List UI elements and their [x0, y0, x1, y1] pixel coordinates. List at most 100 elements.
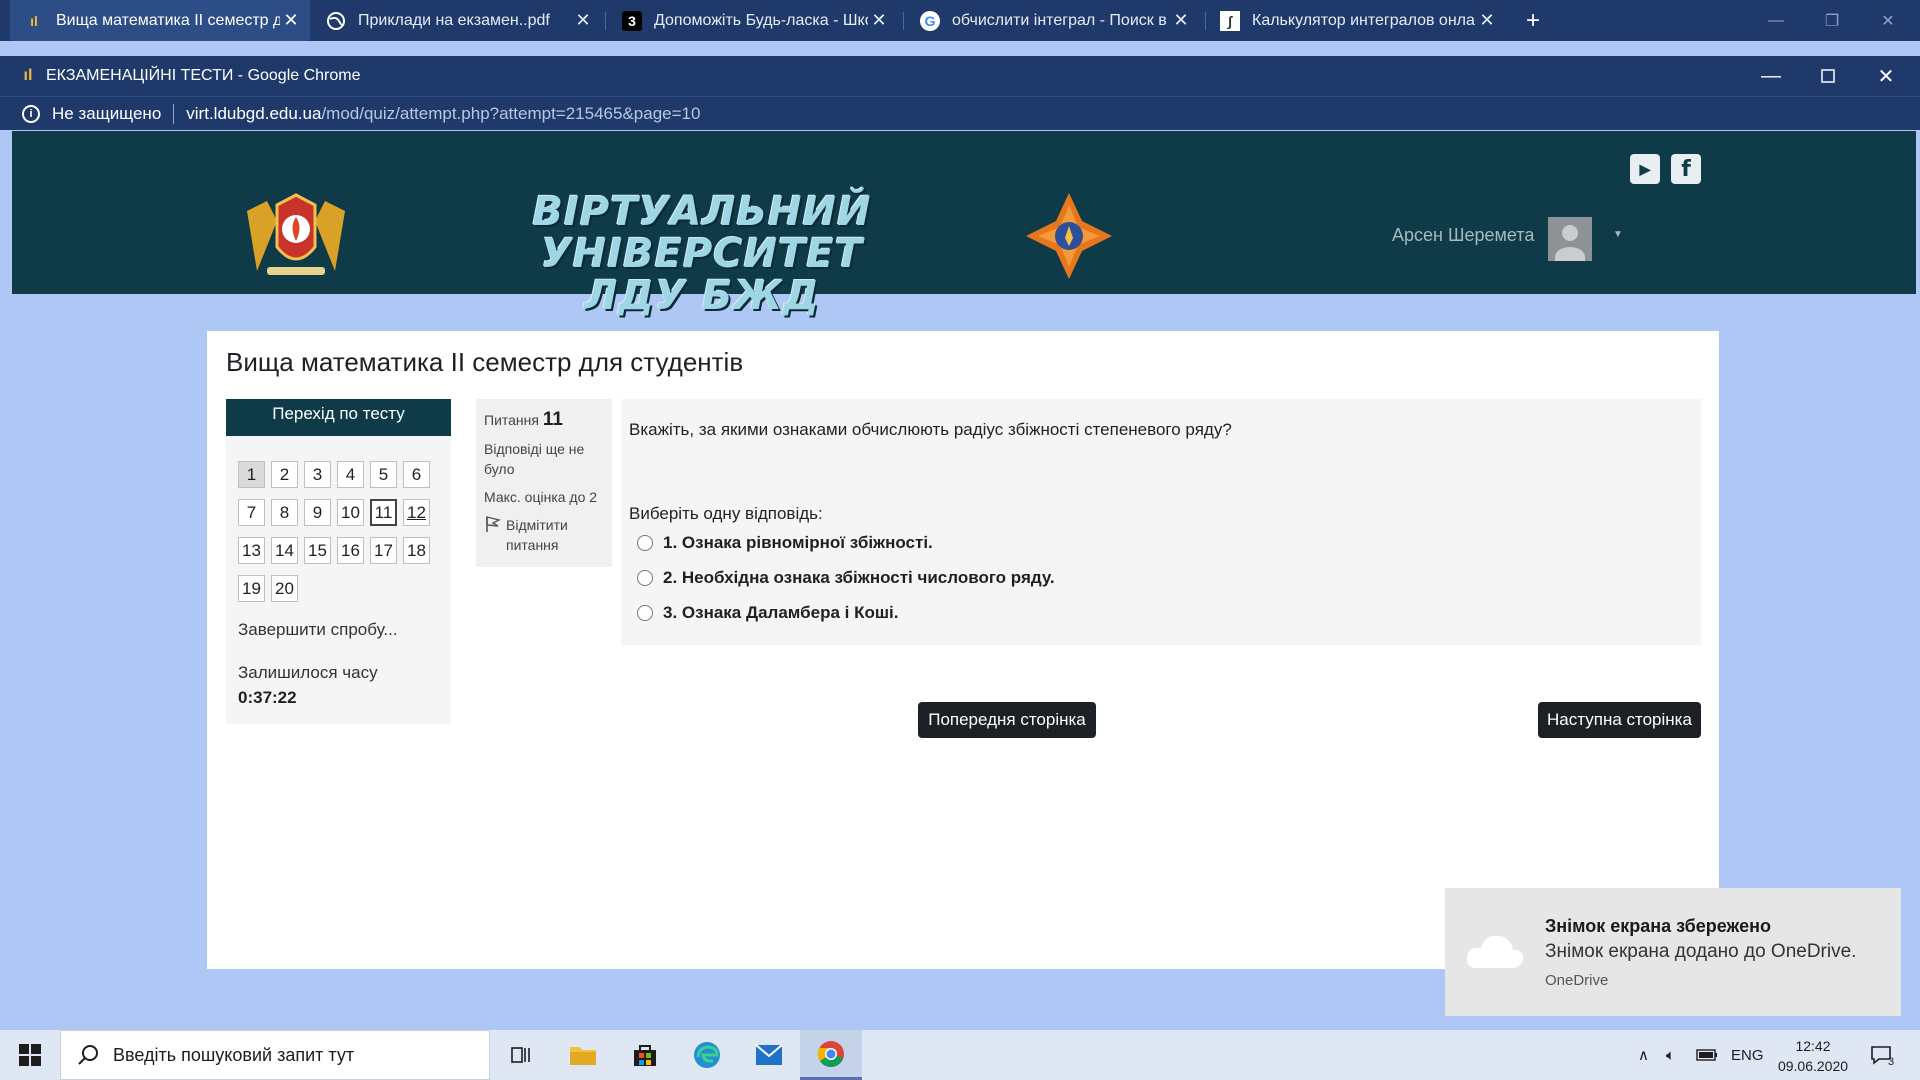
question-nav-number: 14 [275, 540, 294, 560]
notification-source: OneDrive [1545, 972, 1609, 989]
browser-tab-quiz[interactable]: ıl Вища математика ІІ семестр для студен… [10, 0, 310, 41]
user-name[interactable]: Арсен Шеремета [1392, 225, 1534, 246]
question-nav-button[interactable]: 19 [238, 575, 265, 602]
task-view-icon[interactable] [490, 1030, 552, 1080]
question-max-grade: Макс. оцінка до 2 [484, 489, 598, 505]
battery-icon[interactable] [1696, 1030, 1718, 1080]
university-crest-icon[interactable] [237, 191, 355, 281]
taskbar-search-box[interactable]: Введіть пошуковий запит тут [60, 1030, 490, 1080]
question-nav-button[interactable]: 16 [337, 537, 364, 564]
page-title: Вища математика ІІ семестр для студентів [226, 347, 744, 377]
question-nav-number: 3 [312, 464, 323, 484]
browser-tab-google[interactable]: G обчислити інтеграл - Поиск в Google ✕ [906, 0, 1200, 41]
question-nav-button[interactable]: 18 [403, 537, 430, 564]
question-nav-button[interactable]: 8 [271, 499, 298, 526]
question-nav-button[interactable]: 12 [403, 499, 430, 526]
tab-title: Калькулятор интегралов онлайн [1252, 11, 1476, 29]
address-bar[interactable]: i Не защищено virt.ldubgd.edu.ua /mod/qu… [0, 96, 1920, 130]
question-nav-button[interactable]: 6 [403, 461, 430, 488]
language-indicator[interactable]: ENG [1731, 1030, 1764, 1080]
browser-tab-pdf[interactable]: Приклади на екзамен..pdf ✕ [312, 0, 602, 41]
question-nav-button[interactable]: 11 [370, 499, 397, 526]
question-nav-button[interactable]: 4 [337, 461, 364, 488]
tab-title: Допоможіть Будь-ласка - Школа [654, 11, 868, 29]
question-nav-button[interactable]: 14 [271, 537, 298, 564]
new-tab-button[interactable]: + [1518, 0, 1548, 41]
question-nav-button[interactable]: 3 [304, 461, 331, 488]
edge-icon[interactable] [676, 1030, 738, 1080]
mail-icon[interactable] [738, 1030, 800, 1080]
browser-tab-calculator[interactable]: ∫ Калькулятор интегралов онлайн ✕ [1206, 0, 1506, 41]
question-nav-number: 16 [341, 540, 360, 560]
close-tab-icon[interactable]: ✕ [572, 10, 594, 31]
avatar[interactable] [1548, 217, 1592, 261]
answer-radio-1[interactable] [637, 535, 653, 551]
question-number-label: Питання [484, 412, 539, 428]
flag-question-link[interactable]: Відмітити питання [484, 515, 604, 555]
tab-title: обчислити інтеграл - Поиск в Google [952, 11, 1170, 29]
youtube-icon[interactable]: ▶ [1630, 154, 1660, 184]
next-page-button[interactable]: Наступна сторінка [1538, 702, 1701, 738]
answer-prompt: Виберіть одну відповідь: [629, 504, 823, 523]
answer-option-1[interactable]: 1. Ознака рівномірної збіжності. [637, 533, 933, 553]
question-nav-button[interactable]: 5 [370, 461, 397, 488]
answer-option-3[interactable]: 3. Ознака Даламбера і Коші. [637, 603, 899, 623]
popup-maximize-icon[interactable] [1800, 56, 1856, 96]
previous-page-button[interactable]: Попередня сторінка [918, 702, 1096, 738]
start-button[interactable] [0, 1030, 60, 1080]
close-tab-icon[interactable]: ✕ [868, 10, 890, 31]
answer-radio-2[interactable] [637, 570, 653, 586]
question-nav-button[interactable]: 15 [304, 537, 331, 564]
question-nav-button[interactable]: 10 [337, 499, 364, 526]
popup-close-icon[interactable]: ✕ [1858, 56, 1914, 96]
microsoft-store-icon[interactable] [614, 1030, 676, 1080]
question-info-box: Питання 11 Відповіді ще не було Макс. оц… [476, 399, 612, 567]
question-nav-button[interactable]: 2 [271, 461, 298, 488]
flag-question-label: Відмітити питання [506, 517, 568, 553]
tab-divider [903, 12, 904, 30]
emergency-service-emblem-icon [1026, 193, 1112, 279]
popup-minimize-icon[interactable]: — [1743, 56, 1799, 96]
minimize-icon[interactable]: — [1748, 0, 1804, 41]
answer-option-2[interactable]: 2. Необхідна ознака збіжності числового … [637, 568, 1055, 588]
user-menu-caret-icon[interactable]: ▼ [1613, 229, 1623, 240]
facebook-icon[interactable]: f [1671, 154, 1701, 184]
info-icon[interactable]: i [22, 104, 40, 123]
quiz-navigation-block: Перехід по тесту 1 2 3 4 5 6 7 8 9 10 11 12 13 14 15 16… [226, 399, 451, 724]
question-nav-button[interactable]: 20 [271, 575, 298, 602]
question-nav-button[interactable]: 7 [238, 499, 265, 526]
site-header: ВІРТУАЛЬНИЙ УНІВЕРСИТЕТ ЛДУ БЖД ▶ f Арсе… [12, 131, 1916, 317]
close-tab-icon[interactable]: ✕ [1476, 10, 1498, 31]
tab-title: Вища математика ІІ семестр для студентів [56, 11, 280, 29]
question-nav-button[interactable]: 17 [370, 537, 397, 564]
search-icon [78, 1045, 98, 1065]
answer-option-label: 3. Ознака Даламбера і Коші. [663, 603, 899, 622]
show-hidden-icons-chevron-icon[interactable]: ∧ [1638, 1030, 1649, 1080]
clock[interactable]: 12:42 09.06.2020 [1773, 1036, 1853, 1076]
close-window-icon[interactable]: ✕ [1860, 0, 1916, 41]
question-nav-number: 1 [246, 464, 257, 484]
address-divider [173, 103, 175, 124]
question-nav-number: 15 [308, 540, 327, 560]
volume-icon[interactable]: 🔈︎ [1666, 1030, 1675, 1080]
question-nav-button[interactable]: 13 [238, 537, 265, 564]
question-nav-number: 5 [378, 464, 389, 484]
file-explorer-icon[interactable] [552, 1030, 614, 1080]
site-banner[interactable]: ВІРТУАЛЬНИЙ УНІВЕРСИТЕТ ЛДУ БЖД [392, 191, 1012, 317]
chrome-icon[interactable] [800, 1030, 862, 1080]
question-nav-button[interactable]: 1 [238, 461, 265, 488]
answer-radio-3[interactable] [637, 605, 653, 621]
browser-tab-school[interactable]: 3 Допоможіть Будь-ласка - Школа ✕ [608, 0, 898, 41]
question-nav-number: 18 [407, 540, 426, 560]
question-nav-number: 6 [411, 464, 422, 484]
finish-attempt-link[interactable]: Завершити спробу... [238, 620, 398, 640]
close-tab-icon[interactable]: ✕ [1170, 10, 1192, 31]
action-center-icon[interactable]: 3 [1870, 1030, 1894, 1080]
restore-icon[interactable]: ❐ [1804, 0, 1860, 41]
question-nav-button[interactable]: 9 [304, 499, 331, 526]
close-tab-icon[interactable]: ✕ [280, 10, 302, 31]
question-nav-number: 8 [279, 502, 290, 522]
question-nav-number: 19 [242, 578, 261, 598]
university-favicon-icon: ıl [23, 67, 33, 84]
onedrive-notification[interactable]: Знімок екрана збережено Знімок екрана до… [1445, 888, 1901, 1016]
